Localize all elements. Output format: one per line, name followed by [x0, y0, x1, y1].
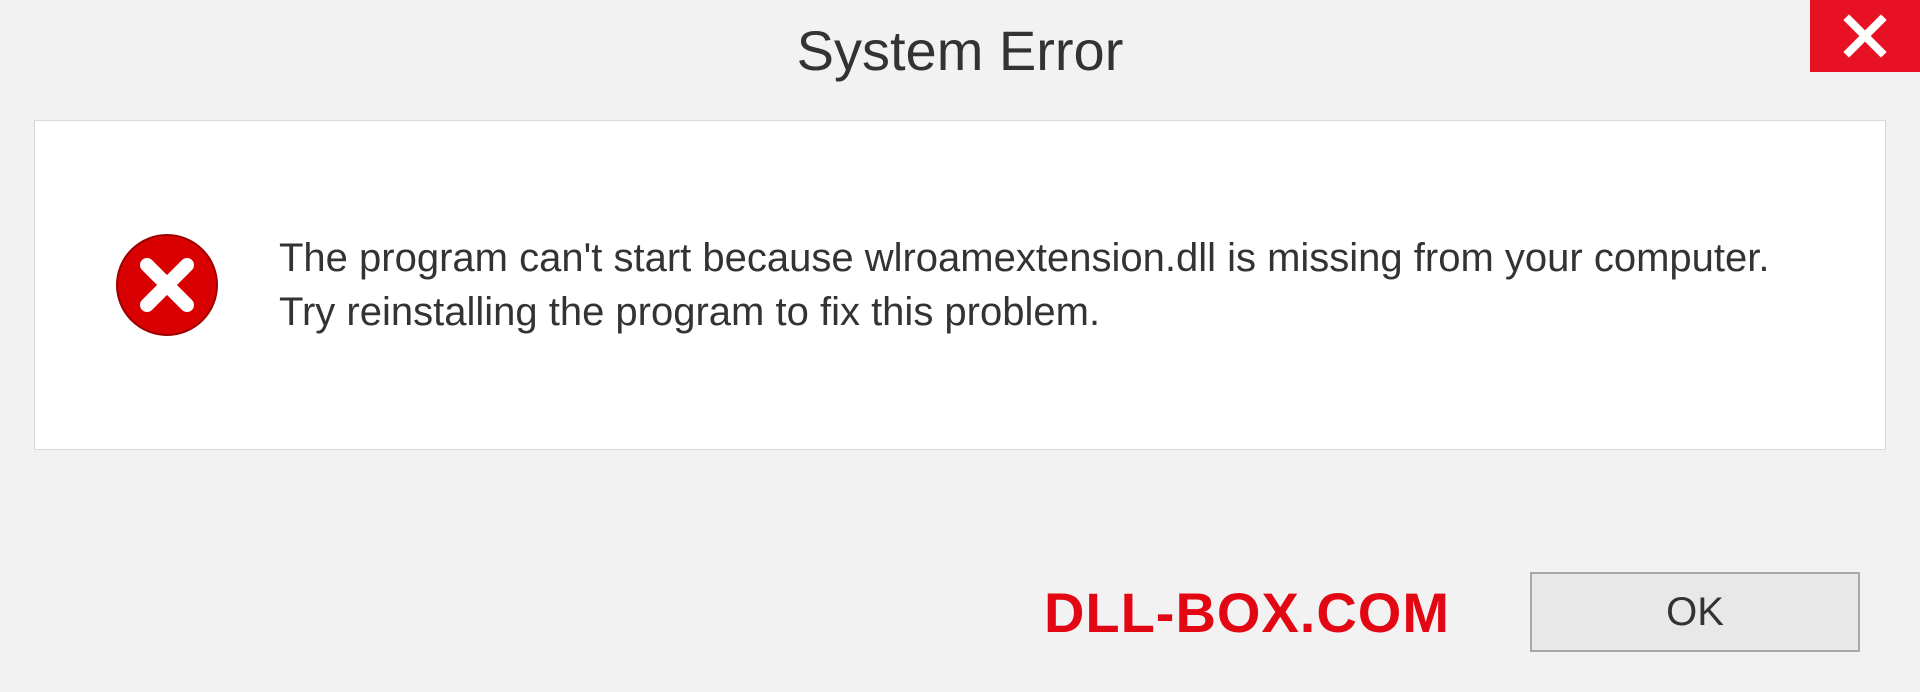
close-icon: [1843, 14, 1887, 58]
error-icon: [115, 233, 219, 337]
close-button[interactable]: [1810, 0, 1920, 72]
ok-button-label: OK: [1666, 590, 1724, 635]
dialog-content: The program can't start because wlroamex…: [34, 120, 1886, 450]
watermark-text: DLL-BOX.COM: [1044, 580, 1450, 645]
dialog-titlebar: System Error: [0, 0, 1920, 100]
dialog-title: System Error: [797, 18, 1124, 83]
ok-button[interactable]: OK: [1530, 572, 1860, 652]
dialog-footer: DLL-BOX.COM OK: [0, 572, 1920, 652]
error-message: The program can't start because wlroamex…: [279, 231, 1825, 339]
